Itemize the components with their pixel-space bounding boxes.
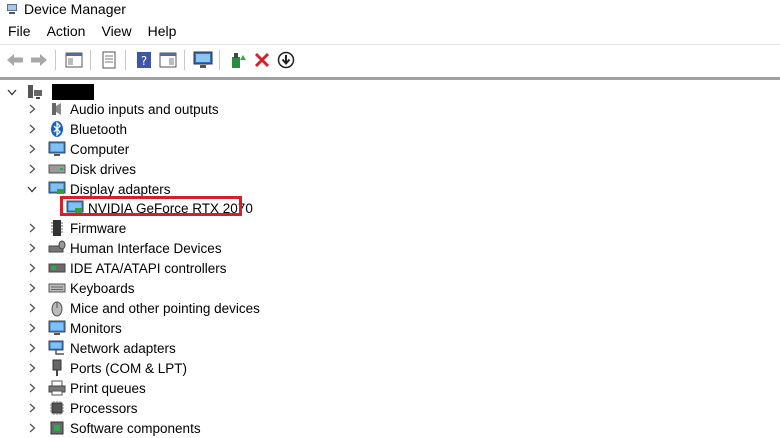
chevron-right-icon[interactable] <box>26 123 38 135</box>
chevron-right-icon[interactable] <box>26 163 38 175</box>
chevron-down-icon[interactable] <box>6 86 18 98</box>
network-adapter-icon <box>48 339 66 357</box>
chevron-right-icon[interactable] <box>26 362 38 374</box>
menu-view[interactable]: View <box>93 20 139 42</box>
chevron-right-icon[interactable] <box>26 342 38 354</box>
tree-item-label: Network adapters <box>70 340 176 356</box>
chevron-right-icon[interactable] <box>26 302 38 314</box>
page-icon[interactable] <box>98 49 120 71</box>
tree-item-bluetooth[interactable]: Bluetooth <box>26 119 127 139</box>
chevron-right-icon[interactable] <box>26 242 38 254</box>
software-component-icon <box>48 419 66 437</box>
toolbar-separator <box>125 50 126 70</box>
tree-item-software-components[interactable]: Software components <box>26 418 201 438</box>
chevron-right-icon[interactable] <box>26 103 38 115</box>
toolbar-separator <box>90 50 91 70</box>
menu-action[interactable]: Action <box>39 20 94 42</box>
ide-controller-icon <box>48 259 66 277</box>
toolbar-separator <box>184 50 185 70</box>
chevron-down-icon[interactable] <box>26 183 38 195</box>
title-bar: Device Manager <box>0 0 780 18</box>
port-icon <box>48 359 66 377</box>
toolbar-separator <box>55 50 56 70</box>
chevron-right-icon[interactable] <box>26 262 38 274</box>
tree-item-label: Mice and other pointing devices <box>70 300 260 316</box>
monitor-icon <box>48 319 66 337</box>
tree-item-monitors[interactable]: Monitors <box>26 318 122 338</box>
svg-text:?: ? <box>141 54 147 68</box>
tree-item-ide-ata-atapi-controllers[interactable]: IDE ATA/ATAPI controllers <box>26 258 227 278</box>
toolbar: ? <box>0 44 780 75</box>
disable-device-icon[interactable] <box>275 49 297 71</box>
back-arrow-icon[interactable] <box>4 49 26 71</box>
tree-item-ports[interactable]: Ports (COM & LPT) <box>26 358 187 378</box>
processor-icon <box>48 399 66 417</box>
forward-arrow-icon[interactable] <box>28 49 50 71</box>
redacted-computer-name <box>52 84 94 100</box>
help-icon[interactable]: ? <box>133 49 155 71</box>
hid-icon <box>48 239 66 257</box>
tree-item-label: Human Interface Devices <box>70 240 222 256</box>
tree-item-human-interface-devices[interactable]: Human Interface Devices <box>26 238 222 258</box>
tree-item-label: IDE ATA/ATAPI controllers <box>70 260 227 276</box>
chevron-right-icon[interactable] <box>26 402 38 414</box>
tree-item-label: Firmware <box>70 220 127 236</box>
tree-item-processors[interactable]: Processors <box>26 398 138 418</box>
bluetooth-icon <box>48 120 66 138</box>
menu-file[interactable]: File <box>0 20 39 42</box>
tree-item-label: Audio inputs and outputs <box>70 101 219 117</box>
speaker-icon <box>48 100 66 118</box>
chevron-right-icon[interactable] <box>26 282 38 294</box>
tree-item-disk-drives[interactable]: Disk drives <box>26 159 136 179</box>
monitor-scan-icon[interactable] <box>192 49 214 71</box>
tree-item-audio[interactable]: Audio inputs and outputs <box>26 99 219 119</box>
properties-pane-icon[interactable] <box>63 49 85 71</box>
show-hide-pane-icon[interactable] <box>157 49 179 71</box>
chevron-right-icon[interactable] <box>26 422 38 434</box>
tree-item-label: Ports (COM & LPT) <box>70 360 188 376</box>
tree-item-firmware[interactable]: Firmware <box>26 218 126 238</box>
printer-icon <box>48 379 66 397</box>
chevron-right-icon[interactable] <box>26 143 38 155</box>
tree-item-computer[interactable]: Computer <box>26 139 129 159</box>
red-highlight-box <box>60 196 242 216</box>
chevron-right-icon[interactable] <box>26 382 38 394</box>
mouse-icon <box>48 299 66 317</box>
update-driver-icon[interactable] <box>227 49 249 71</box>
tree-item-mice[interactable]: Mice and other pointing devices <box>26 298 260 318</box>
window-title: Device Manager <box>24 1 126 17</box>
tree-item-label: Computer <box>70 141 130 157</box>
keyboard-icon <box>48 279 66 297</box>
tree-item-label: Processors <box>70 400 138 416</box>
tree-item-label: Software components <box>70 420 201 436</box>
tree-item-print-queues[interactable]: Print queues <box>26 378 146 398</box>
tree-item-label: Display adapters <box>70 181 171 197</box>
device-tree: Audio inputs and outputs Bluetooth Compu… <box>0 80 780 438</box>
firmware-chip-icon <box>48 219 66 237</box>
uninstall-x-icon[interactable] <box>251 49 273 71</box>
toolbar-separator <box>219 50 220 70</box>
tree-item-label: Keyboards <box>70 280 135 296</box>
tree-item-label: Print queues <box>70 380 146 396</box>
tree-item-label: Bluetooth <box>70 121 128 137</box>
chevron-right-icon[interactable] <box>26 222 38 234</box>
chevron-right-icon[interactable] <box>26 322 38 334</box>
menu-bar: File Action View Help <box>0 20 780 42</box>
tree-item-label: Disk drives <box>70 161 137 177</box>
tree-item-network-adapters[interactable]: Network adapters <box>26 338 176 358</box>
computer-icon <box>48 140 66 158</box>
device-manager-icon <box>7 4 17 14</box>
disk-drive-icon <box>48 160 66 178</box>
menu-help[interactable]: Help <box>140 20 185 42</box>
tree-item-label: Monitors <box>70 320 122 336</box>
tree-item-keyboards[interactable]: Keyboards <box>26 278 135 298</box>
